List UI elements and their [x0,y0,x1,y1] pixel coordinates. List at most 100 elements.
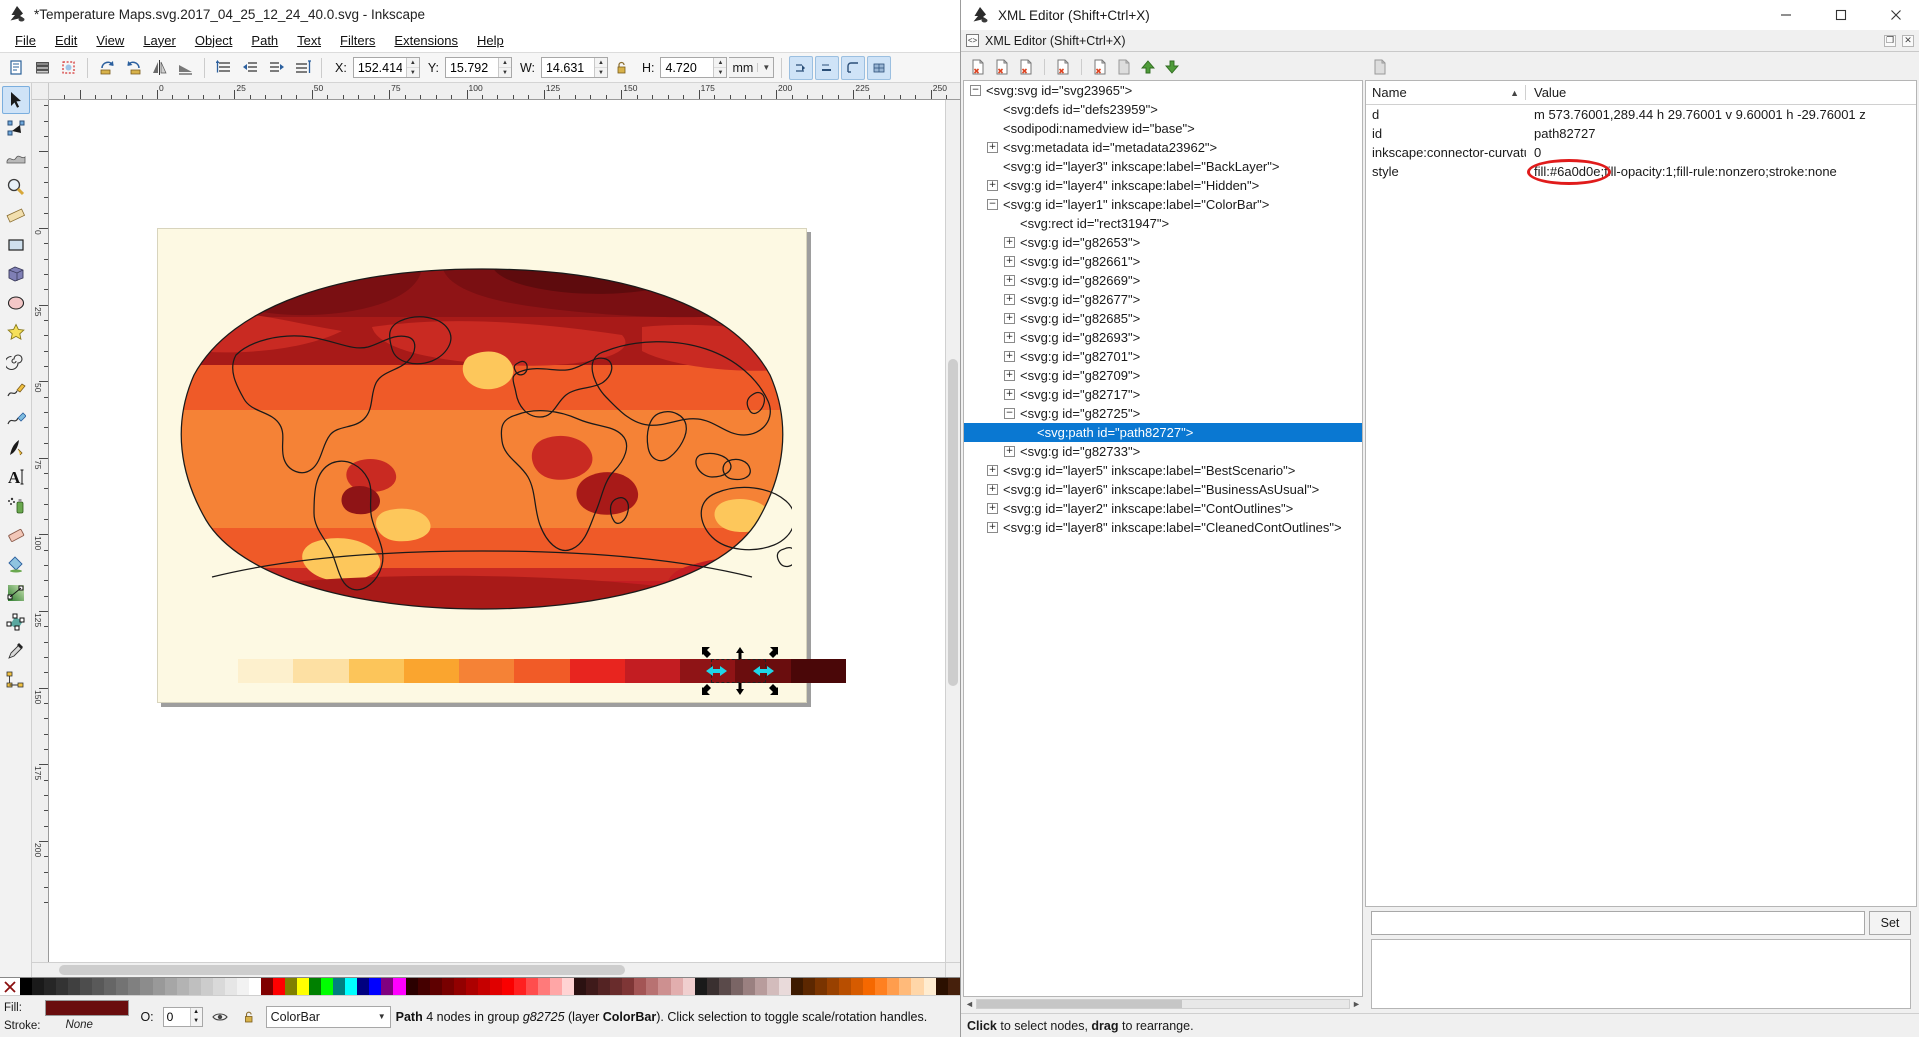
menu-text[interactable]: Text [288,30,330,51]
palette-swatch[interactable] [574,978,587,995]
no-color-x-icon[interactable] [0,978,20,995]
palette-swatch[interactable] [827,978,840,995]
gradient-tool[interactable] [2,579,30,607]
palette-swatch[interactable] [839,978,852,995]
raise-icon[interactable] [238,56,262,80]
new-text-node-icon[interactable] [991,56,1013,78]
x-spin-down[interactable]: ▼ [407,68,419,77]
xml-tree-node[interactable]: + <svg:g id="layer5" inkscape:label="Best… [964,461,1362,480]
indent-node-icon[interactable] [1113,56,1135,78]
y-spinner-arrows[interactable]: ▲ ▼ [497,58,511,77]
rotate-90-cw-icon[interactable] [121,56,145,80]
xml-tree-node[interactable]: + <svg:metadata id="metadata23962"> [964,138,1362,157]
xml-tree-node[interactable]: + <svg:g id="g82693"> [964,328,1362,347]
delete-node-icon[interactable] [1052,56,1074,78]
w-spinner[interactable]: ▲▼ [540,57,608,78]
lower-icon[interactable] [264,56,288,80]
palette-swatch[interactable] [791,978,804,995]
flip-horizontal-icon[interactable] [147,56,171,80]
xml-tree-node[interactable]: − <svg:svg id="svg23965"> [964,81,1362,100]
palette-swatch[interactable] [803,978,816,995]
palette-swatch[interactable] [345,978,358,995]
attribute-value[interactable]: fill:#6a0d0e;fill-opacity:1;fill-rule:no… [1526,159,1916,185]
palette-swatch[interactable] [465,978,478,995]
select-all-layers-icon[interactable] [30,56,54,80]
expand-node-icon[interactable]: + [987,465,998,476]
ellipse-tool[interactable] [2,289,30,317]
xml-tree-node[interactable]: + <svg:g id="layer4" inkscape:label="Hidd… [964,176,1362,195]
palette-swatch[interactable] [863,978,876,995]
w-spinner-arrows[interactable]: ▲ ▼ [593,58,607,77]
expand-node-icon[interactable]: + [1004,237,1015,248]
vertical-ruler[interactable]: 0 25 50 75 100 125 150 175 200 [32,100,49,962]
canvas-horizontal-scrollbar[interactable] [32,962,945,977]
colorbar-segment[interactable] [569,659,625,683]
new-attribute-icon[interactable] [1369,56,1391,78]
xml-tree-node[interactable]: − <svg:g id="g82725"> [964,404,1362,423]
text-tool[interactable]: A [2,463,30,491]
palette-swatch[interactable] [622,978,635,995]
unit-select[interactable]: mm ▼ [729,57,775,78]
attribute-name-column-header[interactable]: Name ▲ [1366,85,1526,100]
fill-stroke-indicator[interactable]: None [45,999,130,1034]
close-icon[interactable] [1873,0,1919,30]
xml-tree-node-selected[interactable]: <svg:path id="path82727"> [964,423,1362,442]
maximize-icon[interactable] [1818,0,1864,30]
palette-swatch[interactable] [164,978,177,995]
expand-node-icon[interactable]: + [987,522,998,533]
palette-swatch[interactable] [875,978,888,995]
pencil-tool[interactable] [2,376,30,404]
new-element-node-icon[interactable] [967,56,989,78]
palette-swatch[interactable] [116,978,129,995]
palette-swatch[interactable] [598,978,611,995]
xml-tree-node[interactable]: <sodipodi:namedview id="base"> [964,119,1362,138]
menu-extensions[interactable]: Extensions [385,30,467,51]
expand-node-icon[interactable]: + [1004,275,1015,286]
xml-tree-node[interactable]: + <svg:g id="layer6" inkscape:label="Busi… [964,480,1362,499]
y-spin-up[interactable]: ▲ [498,58,511,68]
lower-to-bottom-icon[interactable] [290,56,314,80]
expand-node-icon[interactable]: + [1004,256,1015,267]
eraser-tool[interactable] [2,521,30,549]
colorbar-segment[interactable] [403,659,460,683]
deselect-icon[interactable] [56,56,80,80]
spray-tool[interactable] [2,492,30,520]
palette-swatch[interactable] [369,978,382,995]
expand-node-icon[interactable]: + [987,142,998,153]
x-spinner-arrows[interactable]: ▲ ▼ [405,58,419,77]
h-spinner-arrows[interactable]: ▲ ▼ [713,58,727,77]
palette-swatch[interactable] [285,978,298,995]
menu-filters[interactable]: Filters [331,30,384,51]
eye-icon[interactable] [208,1005,232,1029]
node-tool[interactable] [2,115,30,143]
palette-swatch[interactable] [730,978,743,995]
w-input[interactable] [541,58,594,77]
palette-swatch[interactable] [550,978,563,995]
connector-tool[interactable] [2,666,30,694]
palette-swatch[interactable] [489,978,502,995]
raise-to-top-icon[interactable] [212,56,236,80]
attribute-value-column-header[interactable]: Value [1526,85,1916,100]
palette-swatch[interactable] [321,978,334,995]
palette-swatch[interactable] [405,978,418,995]
x-input[interactable] [353,58,406,77]
xml-tree-node[interactable]: <svg:defs id="defs23959"> [964,100,1362,119]
affect-transform-icon[interactable] [789,55,814,80]
tweak-tool[interactable] [2,144,30,172]
palette-swatch[interactable] [417,978,430,995]
move-node-down-icon[interactable] [1161,56,1183,78]
palette-swatch[interactable] [754,978,767,995]
menu-path[interactable]: Path [242,30,287,51]
attribute-value[interactable]: path82727 [1526,126,1916,141]
palette-swatch[interactable] [899,978,912,995]
expand-node-icon[interactable]: + [1004,294,1015,305]
palette-swatch[interactable] [610,978,623,995]
x-spinner[interactable]: ▲▼ [352,57,420,78]
palette-swatch[interactable] [441,978,454,995]
xml-tree-node[interactable]: <svg:rect id="rect31947"> [964,214,1362,233]
xml-value-input[interactable] [1371,911,1865,935]
attribute-name[interactable]: id [1366,126,1526,141]
selector-tool[interactable] [1,86,30,114]
palette-swatch[interactable] [718,978,731,995]
palette-swatch[interactable] [152,978,165,995]
